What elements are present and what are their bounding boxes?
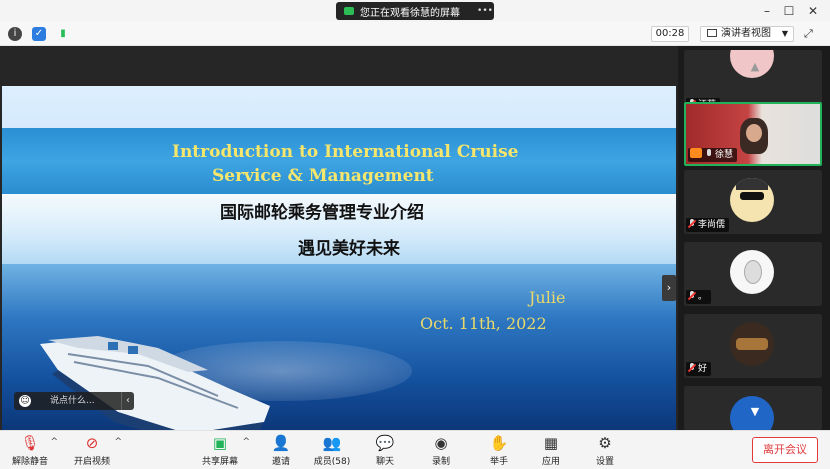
mic-muted-icon xyxy=(688,291,696,301)
mic-muted-icon xyxy=(688,219,696,229)
presentation-slide: Introduction to International Cruise Ser… xyxy=(2,86,676,446)
viewing-status-text: 您正在观看徐慧的屏幕 xyxy=(360,7,460,19)
settings-button[interactable]: ⚙ 设置 xyxy=(592,433,618,467)
participant-nameplate: 徐慧 xyxy=(688,148,738,162)
screen-share-icon xyxy=(344,7,354,15)
participant-nameplate: 李尚儒 xyxy=(686,218,730,232)
scroll-down-icon[interactable]: ▼ xyxy=(745,405,765,419)
speaker-view-icon xyxy=(707,29,717,37)
members-label: 成员(58) xyxy=(313,457,351,467)
info-icon[interactable]: i xyxy=(8,27,22,41)
share-screen-icon: ▣ xyxy=(212,434,228,452)
slide-title-line1: Introduction to International Cruise xyxy=(172,142,519,162)
scroll-up-icon[interactable]: ▲ xyxy=(745,60,765,74)
collapse-video-panel-button[interactable]: › xyxy=(662,275,676,301)
slide-author: Julie xyxy=(529,288,566,307)
members-button[interactable]: 👥 成员(58) xyxy=(312,433,352,467)
meeting-timer: 00:28 xyxy=(651,26,689,42)
maximize-button[interactable]: ☐ xyxy=(780,3,798,19)
apps-label: 应用 xyxy=(541,457,560,467)
apps-button[interactable]: ▦ 应用 xyxy=(538,433,564,467)
participant-tile[interactable]: 李尚儒 xyxy=(684,170,822,234)
participant-name: 。 xyxy=(698,292,708,302)
slide-chinese-title: 国际邮轮乘务管理专业介绍 xyxy=(220,203,424,223)
viewing-status-pill[interactable]: 您正在观看徐慧的屏幕 ••• xyxy=(336,2,494,20)
participant-tile[interactable]: 好 xyxy=(684,314,822,378)
cruise-ship-image xyxy=(38,336,278,446)
meeting-toolbar: 🎙 解除静音 ^ ⊘ 开启视频 ^ ▣ 共享屏幕 ^ 👤 邀请 👥 成员(58)… xyxy=(0,430,830,469)
start-video-label: 开启视频 xyxy=(73,457,110,467)
record-icon: ◉ xyxy=(434,434,448,452)
mic-muted-icon: 🎙 xyxy=(20,434,40,452)
hand-icon: ✋ xyxy=(489,434,509,452)
host-icon xyxy=(690,148,702,158)
avatar xyxy=(730,178,774,222)
share-screen-button[interactable]: ▣ 共享屏幕 ^ xyxy=(200,433,250,467)
record-button[interactable]: ◉ 录制 xyxy=(428,433,454,467)
title-bar: 您正在观看徐慧的屏幕 ••• – ☐ ✕ xyxy=(0,0,830,22)
apps-icon: ▦ xyxy=(543,434,559,452)
chevron-up-icon[interactable]: ^ xyxy=(242,437,250,447)
emoji-icon[interactable]: ☺ xyxy=(19,395,31,407)
unmute-label: 解除静音 xyxy=(11,457,48,467)
meeting-info-bar: i ✓ ▮ 00:28 演讲者视图 ▼ ⤢ xyxy=(0,22,830,46)
record-label: 录制 xyxy=(431,457,450,467)
speaker-face xyxy=(746,124,762,142)
participant-nameplate: 好 xyxy=(686,362,712,376)
chat-input-placeholder[interactable]: 说点什么... xyxy=(50,392,95,410)
participant-tile-active[interactable]: 徐慧 xyxy=(684,102,822,166)
chat-icon: 💬 xyxy=(375,434,395,452)
shield-icon[interactable]: ✓ xyxy=(32,27,46,41)
shared-screen-area: Introduction to International Cruise Ser… xyxy=(0,46,678,446)
mic-icon xyxy=(705,149,713,159)
slide-title-line2: Service & Management xyxy=(212,166,434,186)
unmute-button[interactable]: 🎙 解除静音 ^ xyxy=(10,433,58,467)
participant-name: 徐慧 xyxy=(715,150,734,160)
raise-hand-button[interactable]: ✋ 举手 xyxy=(486,433,512,467)
chevron-left-icon[interactable]: ‹ xyxy=(121,392,130,410)
video-off-icon: ⊘ xyxy=(85,434,99,452)
participant-name: 好 xyxy=(698,364,708,374)
meeting-window: 您正在观看徐慧的屏幕 ••• – ☐ ✕ i ✓ ▮ 00:28 演讲者视图 ▼… xyxy=(0,0,830,469)
chevron-up-icon[interactable]: ^ xyxy=(50,437,58,447)
avatar xyxy=(730,250,774,294)
chevron-up-icon[interactable]: ^ xyxy=(114,437,122,447)
more-options-icon[interactable]: ••• xyxy=(476,6,494,16)
invite-label: 邀请 xyxy=(271,457,290,467)
mic-muted-icon xyxy=(688,363,696,373)
participant-name: 李尚儒 xyxy=(698,220,726,230)
slide-date: Oct. 11th, 2022 xyxy=(420,314,547,333)
close-button[interactable]: ✕ xyxy=(804,3,822,19)
fullscreen-icon[interactable]: ⤢ xyxy=(804,28,816,40)
invite-button[interactable]: 👤 邀请 xyxy=(268,433,294,467)
signal-icon[interactable]: ▮ xyxy=(56,27,70,41)
chevron-down-icon: ▼ xyxy=(781,29,788,38)
members-icon: 👥 xyxy=(322,434,342,452)
minimize-button[interactable]: – xyxy=(758,3,776,19)
slide-chinese-subtitle: 遇见美好未来 xyxy=(298,239,400,259)
chat-label: 聊天 xyxy=(375,457,394,467)
gear-icon: ⚙ xyxy=(598,434,612,452)
settings-label: 设置 xyxy=(595,457,614,467)
chat-input-pill[interactable]: ☺ 说点什么... ‹ xyxy=(14,392,134,410)
view-mode-dropdown[interactable]: 演讲者视图 ▼ xyxy=(700,26,794,42)
share-screen-label: 共享屏幕 xyxy=(201,457,238,467)
participant-nameplate: 。 xyxy=(686,290,712,304)
invite-icon: 👤 xyxy=(271,434,291,452)
participant-video-panel: 汪荷 徐慧 李尚儒 。 xyxy=(678,46,830,430)
leave-meeting-button[interactable]: 离开会议 xyxy=(752,437,818,463)
raise-hand-label: 举手 xyxy=(489,457,508,467)
participant-tile[interactable]: 。 xyxy=(684,242,822,306)
start-video-button[interactable]: ⊘ 开启视频 ^ xyxy=(72,433,122,467)
chat-button[interactable]: 💬 聊天 xyxy=(372,433,398,467)
view-mode-label: 演讲者视图 xyxy=(721,28,771,39)
avatar xyxy=(730,322,774,366)
